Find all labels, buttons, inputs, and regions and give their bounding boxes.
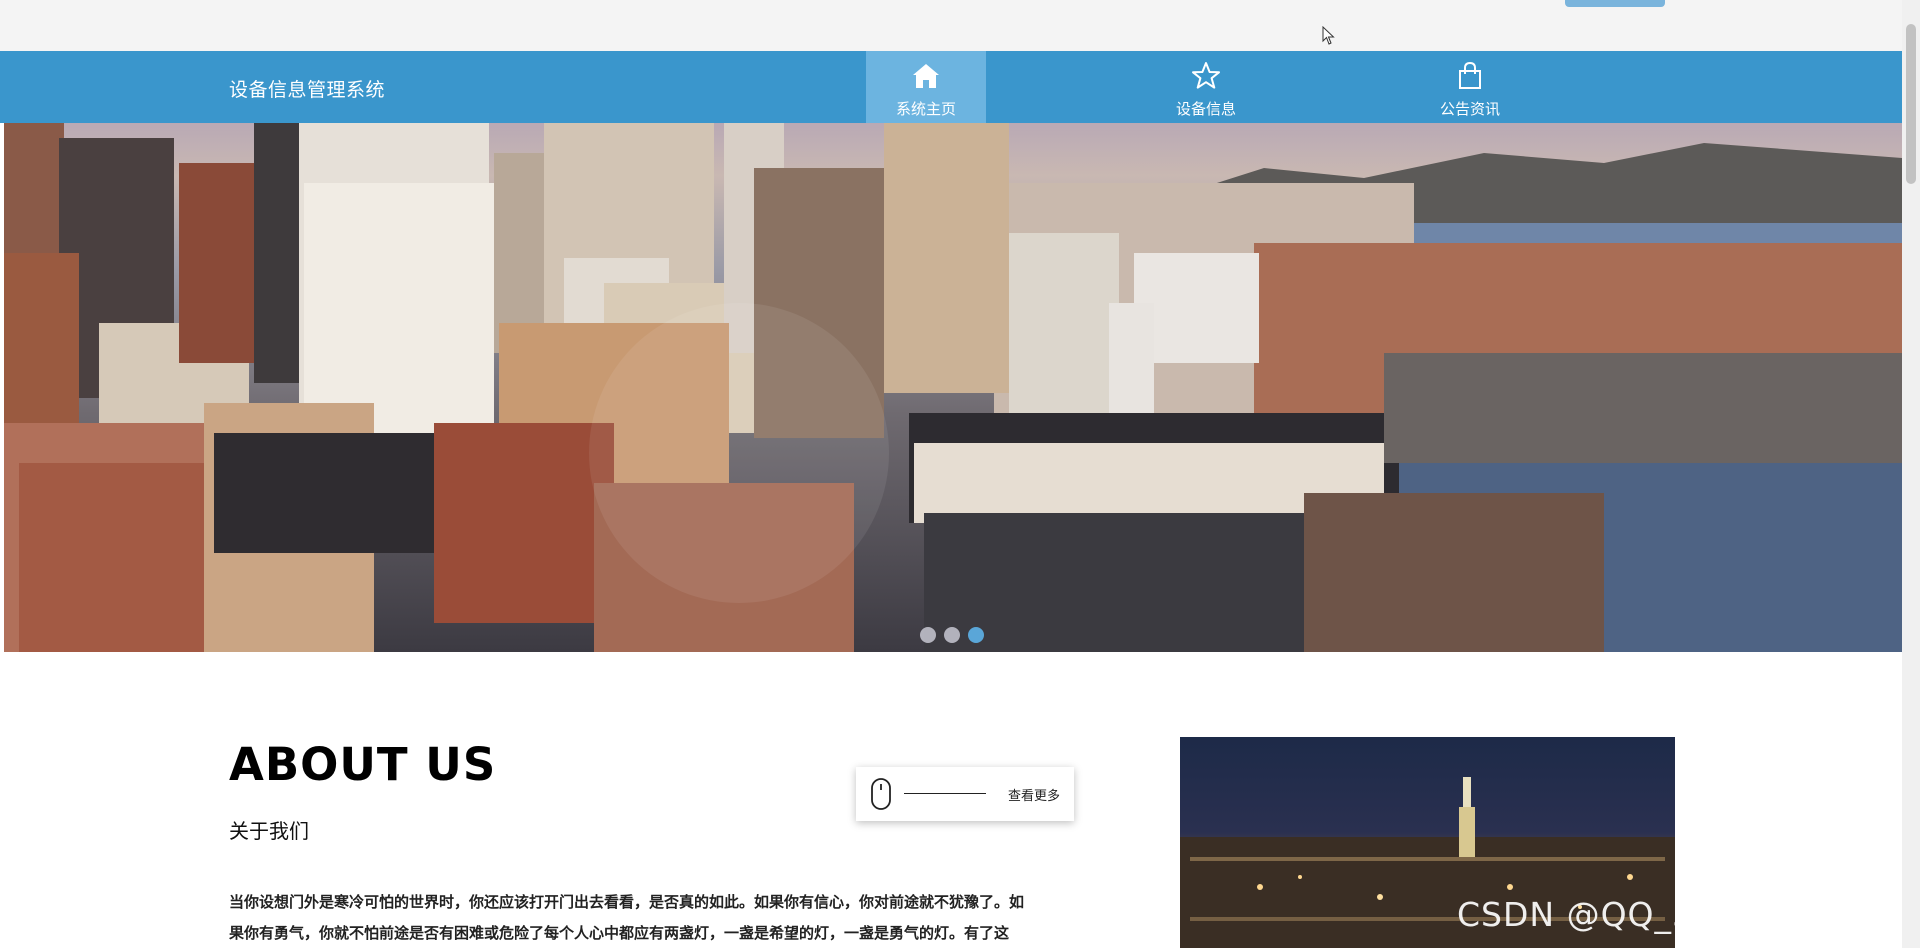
view-more-button[interactable]: 查看更多 xyxy=(856,767,1074,821)
top-tab-indicator[interactable] xyxy=(1565,0,1665,7)
carousel-dot-3[interactable] xyxy=(968,627,984,643)
star-icon xyxy=(1192,62,1220,89)
about-title: ABOUT US xyxy=(229,738,497,791)
nav-item-announcements[interactable]: 公告资讯 xyxy=(1410,51,1530,123)
home-icon xyxy=(913,64,939,88)
hero-banner-image xyxy=(4,123,1902,652)
divider-line xyxy=(904,793,986,794)
about-text-line: 当你设想门外是寒冷可怕的世界时，你还应该打开门出去看看，是否真的如此。如果你有信… xyxy=(229,893,1025,911)
mouse-scroll-icon xyxy=(871,778,891,810)
nav-item-devices[interactable]: 设备信息 xyxy=(1146,51,1266,123)
nav-item-label: 系统主页 xyxy=(895,100,956,118)
browser-top-area xyxy=(0,0,1902,51)
carousel-dot-1[interactable] xyxy=(920,627,936,643)
csdn-watermark: CSDN @QQ_3786649731 xyxy=(1457,895,1892,934)
about-text-line: 果你有勇气，你就不怕前途是否有困难或危险了每个人心中都应有两盏灯，一盏是希望的灯… xyxy=(229,924,1010,942)
carousel-dot-2[interactable] xyxy=(944,627,960,643)
about-description: 当你设想门外是寒冷可怕的世界时，你还应该打开门出去看看，是否真的如此。如果你有信… xyxy=(229,887,1069,949)
page-scrollbar[interactable] xyxy=(1902,0,1920,948)
top-navbar: 设备信息管理系统 系统主页 设备信息 公告资讯 xyxy=(0,51,1902,123)
shopping-bag-icon xyxy=(1459,61,1481,89)
city-skyline-illustration xyxy=(4,123,1902,652)
site-brand[interactable]: 设备信息管理系统 xyxy=(229,75,385,102)
scrollbar-thumb[interactable] xyxy=(1906,24,1916,184)
about-subtitle: 关于我们 xyxy=(229,819,309,843)
nav-item-home[interactable]: 系统主页 xyxy=(866,51,986,123)
nav-item-label: 公告资讯 xyxy=(1439,100,1500,118)
view-more-label: 查看更多 xyxy=(1008,789,1061,804)
mouse-cursor-icon xyxy=(1322,26,1335,45)
nav-item-label: 设备信息 xyxy=(1175,100,1236,118)
